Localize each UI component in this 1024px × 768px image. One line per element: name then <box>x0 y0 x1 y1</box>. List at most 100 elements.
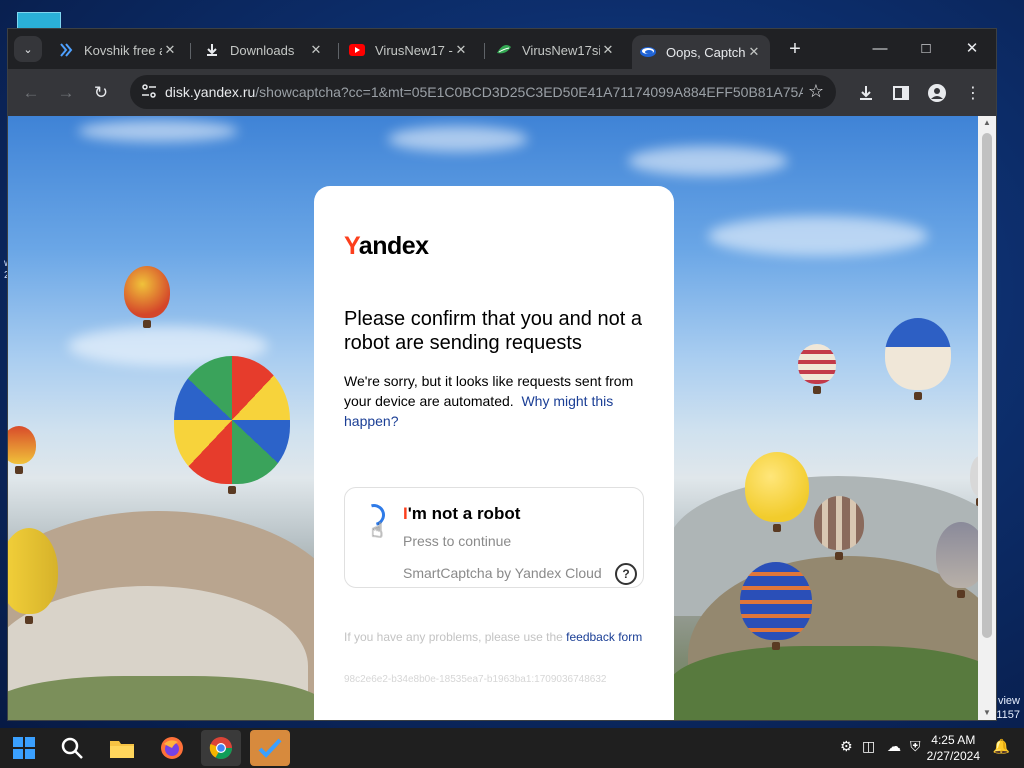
tab-strip: ⌄ Kovshik free a ✕ Downloads ✕ VirusNew1… <box>8 29 996 69</box>
hot-air-balloon <box>970 456 978 506</box>
hot-air-balloon <box>745 452 809 532</box>
tab-title: Kovshik free a <box>84 42 162 58</box>
hot-air-balloon <box>124 266 170 328</box>
tab-separator <box>190 43 191 59</box>
system-clock[interactable]: 4:25 AM 2/27/2024 <box>927 732 980 764</box>
feedback-form-link[interactable]: feedback form <box>566 630 642 644</box>
file-explorer-button[interactable] <box>102 730 142 766</box>
logo-rest: andex <box>358 232 429 260</box>
captcha-description: We're sorry, but it looks like requests … <box>344 371 649 431</box>
tab-virusnew17-youtube[interactable]: VirusNew17 - ✕ <box>341 35 477 65</box>
firefox-icon <box>161 737 183 759</box>
search-button[interactable] <box>52 730 92 766</box>
not-robot-rest: 'm not a robot <box>407 504 521 523</box>
file-explorer-icon <box>110 741 134 758</box>
site-info-icon[interactable] <box>140 83 158 101</box>
tab-title: VirusNew17si <box>522 42 600 58</box>
tab-oops-captcha[interactable]: Oops, Captcha ✕ <box>632 35 770 69</box>
downloads-button[interactable] <box>854 81 878 105</box>
taskbar: ⚙ ◫ ☁ ⛨ 4:25 AM 2/27/2024 🔔 <box>0 728 1024 768</box>
menu-button[interactable]: ⋮ <box>961 81 985 105</box>
url-host: disk.yandex.ru <box>165 84 256 100</box>
task-app-button[interactable] <box>250 730 290 766</box>
close-icon[interactable]: ✕ <box>453 42 469 58</box>
close-icon[interactable]: ✕ <box>162 42 178 58</box>
tab-title: Oops, Captcha <box>666 44 746 60</box>
close-window-button[interactable]: ✕ <box>949 29 995 67</box>
download-icon <box>204 42 220 58</box>
tab-downloads[interactable]: Downloads ✕ <box>196 35 332 65</box>
page-heading: Please confirm that you and not a robot … <box>344 308 642 354</box>
maximize-button[interactable]: □ <box>903 29 949 67</box>
tab-separator <box>484 43 485 59</box>
close-icon[interactable]: ✕ <box>746 44 762 60</box>
hot-air-balloon <box>936 522 978 598</box>
cloud <box>708 216 928 256</box>
arrow-right-icon: → <box>57 83 75 102</box>
task-app-icon <box>258 738 282 758</box>
hot-air-balloon <box>885 318 951 400</box>
tab-separator <box>338 43 339 59</box>
reload-icon: ↻ <box>93 83 109 102</box>
url-text[interactable]: disk.yandex.ru/showcaptcha?cc=1&mt=05E1C… <box>165 84 803 100</box>
back-button[interactable]: ← <box>18 80 44 106</box>
chevron-down-icon: ⌄ <box>23 43 33 56</box>
page-viewport: Yandex Please confirm that you and not a… <box>8 116 978 720</box>
vertical-scrollbar[interactable]: ▲ ▼ <box>978 116 996 720</box>
trees <box>668 646 978 720</box>
profile-button[interactable] <box>925 81 949 105</box>
new-tab-button[interactable]: + <box>782 38 808 62</box>
yandex-disk-icon <box>640 44 656 60</box>
display-tray-icon[interactable]: ◫ <box>862 738 875 755</box>
cloud <box>78 120 238 142</box>
problems-text: If you have any problems, please use the… <box>344 629 644 645</box>
not-a-robot-checkbox[interactable]: ☝ I'm not a robot Press to continue Smar… <box>344 487 644 588</box>
windows-start-icon <box>13 737 35 759</box>
tab-kovshik[interactable]: Kovshik free a ✕ <box>50 35 186 65</box>
tab-search-button[interactable]: ⌄ <box>14 36 42 62</box>
side-panel-button[interactable] <box>889 81 913 105</box>
close-icon[interactable]: ✕ <box>308 42 324 58</box>
minimize-icon: — <box>872 39 888 57</box>
hot-air-balloon <box>8 426 36 474</box>
scroll-down-icon[interactable]: ▼ <box>978 706 996 720</box>
clock-time: 4:25 AM <box>931 733 976 747</box>
maximize-icon: □ <box>921 39 931 57</box>
help-icon[interactable]: ? <box>615 563 637 585</box>
url-path: /showcaptcha?cc=1&mt=05E1C0BCD3D25C3ED50… <box>255 84 803 100</box>
smartcaptcha-label: SmartCaptcha by Yandex Cloud <box>403 565 602 581</box>
kovshik-icon <box>58 42 74 58</box>
start-button[interactable] <box>4 730 44 766</box>
desktop-text-right-1: view <box>997 695 1020 707</box>
hot-air-balloon <box>740 562 812 650</box>
hot-air-balloon <box>174 356 290 494</box>
security-tray-icon[interactable]: ⛨ <box>910 738 921 755</box>
youtube-icon <box>349 42 365 58</box>
firefox-button[interactable] <box>152 730 192 766</box>
yandex-logo: Yandex <box>344 232 429 261</box>
reload-button[interactable]: ↻ <box>88 80 114 106</box>
minimize-button[interactable]: — <box>857 29 903 67</box>
download-icon <box>860 86 872 100</box>
kovshik-icon <box>496 42 512 58</box>
tab-title: Downloads <box>230 42 295 58</box>
bookmark-star-icon[interactable]: ☆ <box>808 81 824 102</box>
hot-air-balloon <box>798 344 836 394</box>
cloud <box>628 146 788 176</box>
forward-button[interactable]: → <box>53 80 79 106</box>
tab-virusnew17si[interactable]: VirusNew17si ✕ <box>488 35 624 65</box>
problems-label: If you have any problems, please use the <box>344 630 563 644</box>
address-bar[interactable]: disk.yandex.ru/showcaptcha?cc=1&mt=05E1C… <box>130 75 836 109</box>
desktop-text-right: view 1157 <box>996 694 1020 722</box>
scroll-thumb[interactable] <box>982 133 992 638</box>
cloud-tray-icon[interactable]: ☁ <box>887 738 901 755</box>
browser-window: ⌄ Kovshik free a ✕ Downloads ✕ VirusNew1… <box>8 29 996 720</box>
notification-bell-icon[interactable]: 🔔 <box>993 738 1010 755</box>
side-panel-icon <box>893 86 909 100</box>
close-icon[interactable]: ✕ <box>600 42 616 58</box>
scroll-up-icon[interactable]: ▲ <box>978 116 996 130</box>
arrow-left-icon: ← <box>22 83 40 102</box>
logo-first-letter: Y <box>344 232 359 260</box>
chrome-button[interactable] <box>201 730 241 766</box>
network-tray-icon[interactable]: ⚙ <box>840 738 853 755</box>
